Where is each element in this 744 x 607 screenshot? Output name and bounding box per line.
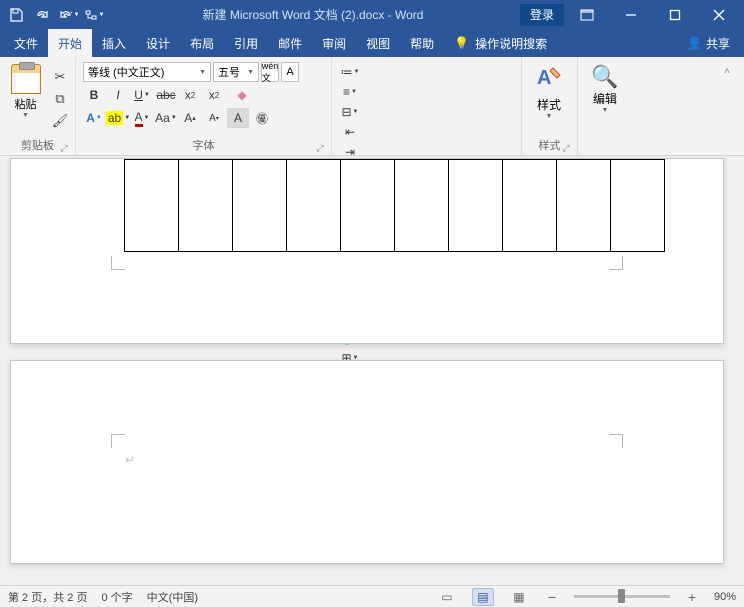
- phonetic-guide-icon[interactable]: wén文: [261, 62, 279, 82]
- highlight-button[interactable]: ab▼: [107, 108, 129, 128]
- clipboard-dialog-icon[interactable]: ⤢: [58, 140, 70, 152]
- zoom-out-button[interactable]: −: [544, 589, 560, 605]
- zoom-slider[interactable]: [574, 595, 670, 598]
- cut-icon[interactable]: ✂: [50, 67, 70, 87]
- enclose-char-icon[interactable]: ㊝: [251, 108, 273, 128]
- grow-font-button[interactable]: A▴: [179, 108, 201, 128]
- group-font: 等线 (中文正文)▼ 五号▼ wén文 A B I U▼ abc x2 x2 ◆…: [76, 57, 332, 155]
- font-size-combo[interactable]: 五号▼: [213, 62, 259, 82]
- zoom-level[interactable]: 90%: [714, 591, 736, 603]
- page-2: ↵: [10, 360, 724, 564]
- numbering-button[interactable]: ≡▼: [339, 82, 361, 102]
- group-label-clipboard: 剪贴板: [21, 140, 54, 152]
- ribbon: 粘贴 ▼ ✂ ⧉ 🖌 剪贴板 ⤢ 等线 (中文正文)▼ 五号▼ wén文 A B …: [0, 57, 744, 156]
- tell-me-label: 操作说明搜索: [475, 35, 547, 52]
- print-layout-icon[interactable]: ▤: [472, 588, 494, 606]
- char-border-icon[interactable]: A: [281, 62, 299, 82]
- multilevel-button[interactable]: ⊟▼: [339, 102, 361, 122]
- styles-dialog-icon[interactable]: ⤢: [560, 140, 572, 152]
- clear-format-icon[interactable]: ◆: [227, 85, 257, 105]
- window-title: 新建 Microsoft Word 文档 (2).docx - Word: [106, 6, 520, 23]
- superscript-button[interactable]: x2: [203, 85, 225, 105]
- decrease-indent-button[interactable]: ⇤: [339, 122, 361, 142]
- read-mode-icon[interactable]: ▭: [436, 588, 458, 606]
- margin-corner-icon: [609, 434, 623, 448]
- font-name-combo[interactable]: 等线 (中文正文)▼: [83, 62, 211, 82]
- titlebar: ▼ ▼ 新建 Microsoft Word 文档 (2).docx - Word…: [0, 0, 744, 29]
- statusbar: 第 2 页，共 2 页 0 个字 中文(中国) ▭ ▤ ▦ − + 90%: [0, 585, 744, 607]
- document-area[interactable]: ↵: [0, 156, 744, 585]
- styles-icon: A: [535, 64, 563, 96]
- char-shading-icon[interactable]: A: [227, 108, 249, 128]
- zoom-thumb[interactable]: [618, 589, 625, 603]
- tab-design[interactable]: 设计: [136, 29, 180, 57]
- change-case-button[interactable]: Aa▼: [155, 108, 177, 128]
- language-indicator[interactable]: 中文(中国): [147, 589, 198, 605]
- underline-button[interactable]: U▼: [131, 85, 153, 105]
- strikethrough-button[interactable]: abc: [155, 85, 177, 105]
- collapse-ribbon-icon[interactable]: ˄: [716, 61, 738, 81]
- tab-file[interactable]: 文件: [4, 29, 48, 57]
- italic-button[interactable]: I: [107, 85, 129, 105]
- paste-button[interactable]: 粘贴 ▼: [5, 60, 46, 138]
- page-indicator[interactable]: 第 2 页，共 2 页: [8, 589, 87, 605]
- minimize-icon[interactable]: [610, 0, 652, 29]
- zoom-in-button[interactable]: +: [684, 589, 700, 605]
- tab-layout[interactable]: 布局: [180, 29, 224, 57]
- group-label-editing: [583, 138, 629, 154]
- bold-button[interactable]: B: [83, 85, 105, 105]
- lightbulb-icon: 💡: [454, 36, 469, 50]
- styles-button[interactable]: A 样式 ▼: [527, 60, 571, 138]
- web-layout-icon[interactable]: ▦: [508, 588, 530, 606]
- tell-me-search[interactable]: 💡 操作说明搜索: [444, 29, 557, 57]
- editing-button[interactable]: 🔍 编辑 ▼: [583, 60, 627, 138]
- group-styles: A 样式 ▼ 样式⤢: [522, 57, 578, 155]
- touch-mode-icon[interactable]: ▼: [82, 3, 106, 27]
- undo-icon[interactable]: ▼: [56, 3, 80, 27]
- font-dialog-icon[interactable]: ⤢: [314, 140, 326, 152]
- format-painter-icon[interactable]: 🖌: [50, 111, 70, 131]
- close-icon[interactable]: [698, 0, 740, 29]
- login-button[interactable]: 登录: [520, 4, 564, 26]
- maximize-icon[interactable]: [654, 0, 696, 29]
- shrink-font-button[interactable]: A▾: [203, 108, 225, 128]
- ribbon-display-icon[interactable]: [566, 0, 608, 29]
- group-paragraph: ≔▼ ≡▼ ⊟▼ ⇤ ⇥ ✕▼ ≡ ☰ ≡ ☰ ☰ ⇅▼ ¶ 🪣▼ ⊞▼ A↓ …: [332, 57, 522, 155]
- share-icon: 👤: [687, 36, 702, 50]
- paragraph-mark-icon: ↵: [125, 453, 135, 467]
- group-label-styles: 样式: [539, 140, 561, 152]
- tab-references[interactable]: 引用: [224, 29, 268, 57]
- paste-icon: [11, 64, 41, 94]
- page-1: [10, 158, 724, 344]
- share-label: 共享: [706, 35, 730, 52]
- svg-text:A: A: [537, 67, 551, 89]
- copy-icon[interactable]: ⧉: [50, 89, 70, 109]
- font-color-button[interactable]: A▼: [131, 108, 153, 128]
- share-button[interactable]: 👤 共享: [677, 29, 740, 57]
- document-table[interactable]: [124, 159, 665, 252]
- group-editing: 🔍 编辑 ▼: [578, 57, 634, 155]
- tab-home[interactable]: 开始: [48, 29, 92, 57]
- menubar: 文件 开始 插入 设计 布局 引用 邮件 审阅 视图 帮助 💡 操作说明搜索 👤…: [0, 29, 744, 57]
- margin-corner-icon: [111, 256, 125, 270]
- group-label-font: 字体: [193, 140, 215, 152]
- subscript-button[interactable]: x2: [179, 85, 201, 105]
- margin-corner-icon: [111, 434, 125, 448]
- save-icon[interactable]: [4, 3, 28, 27]
- tab-help[interactable]: 帮助: [400, 29, 444, 57]
- group-clipboard: 粘贴 ▼ ✂ ⧉ 🖌 剪贴板 ⤢: [0, 57, 76, 155]
- tab-mailings[interactable]: 邮件: [268, 29, 312, 57]
- tab-view[interactable]: 视图: [356, 29, 400, 57]
- bullets-button[interactable]: ≔▼: [339, 62, 361, 82]
- tab-review[interactable]: 审阅: [312, 29, 356, 57]
- tab-insert[interactable]: 插入: [92, 29, 136, 57]
- redo-icon[interactable]: [30, 3, 54, 27]
- find-icon: 🔍: [591, 64, 618, 90]
- word-count[interactable]: 0 个字: [101, 589, 132, 605]
- text-effects-button[interactable]: A▼: [83, 108, 105, 128]
- margin-corner-icon: [609, 256, 623, 270]
